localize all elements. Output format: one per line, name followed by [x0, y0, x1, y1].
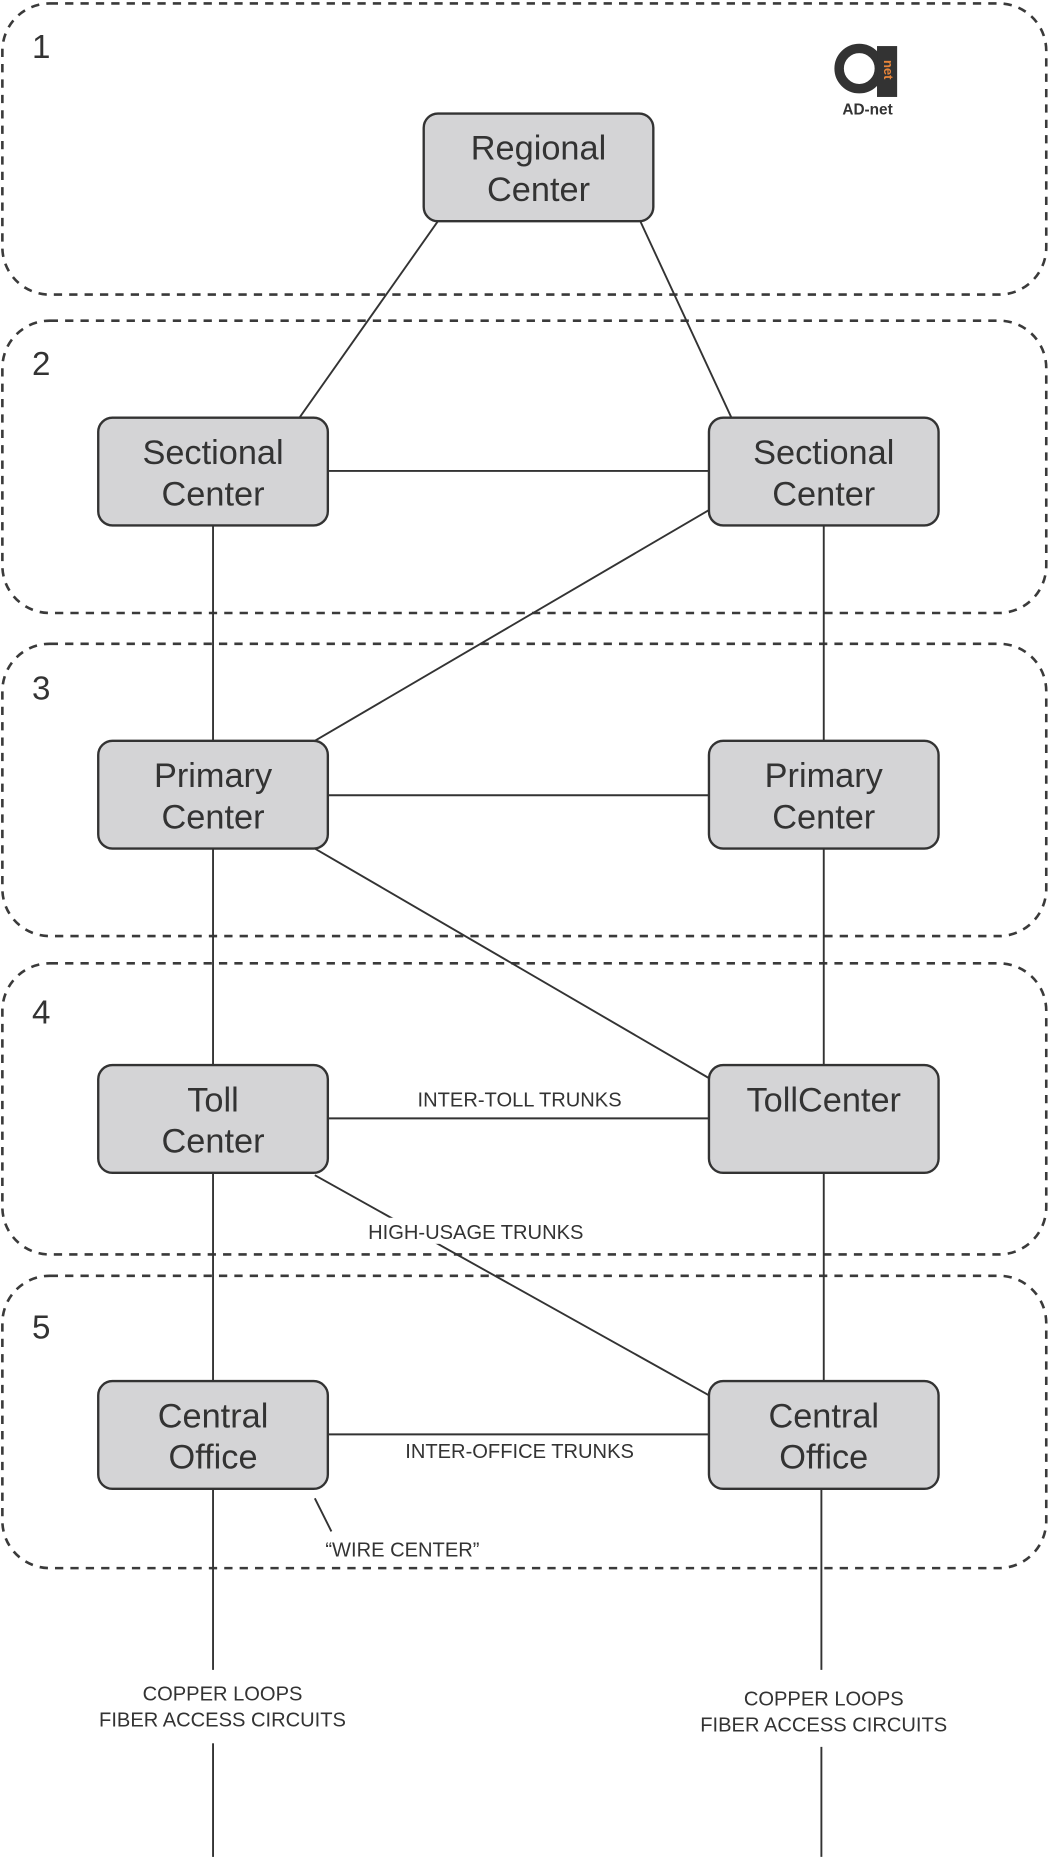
label-wire-center: “WIRE CENTER”	[325, 1539, 479, 1561]
svg-text:Office: Office	[779, 1439, 868, 1477]
svg-text:Sectional: Sectional	[753, 434, 894, 472]
node-sectional-center-right: SectionalCenter	[707, 416, 940, 527]
svg-text:Central: Central	[768, 1397, 879, 1435]
logo-text: AD-net	[842, 102, 892, 119]
svg-text:Center: Center	[487, 171, 590, 209]
svg-text:Regional: Regional	[471, 130, 606, 168]
svg-text:Toll: Toll	[187, 1081, 239, 1119]
node-toll-center-left: Toll Center	[97, 1063, 330, 1174]
svg-text:Center: Center	[772, 798, 875, 836]
node-primary-center-right: PrimaryCenter	[707, 739, 940, 850]
level-number: 3	[32, 670, 50, 707]
svg-text:Sectional: Sectional	[142, 434, 283, 472]
svg-text:TollCenter: TollCenter	[747, 1081, 901, 1119]
level-number: 1	[32, 29, 50, 66]
node-regional-center: RegionalCenter	[422, 112, 655, 223]
node-toll-center-right: TollCenter	[707, 1063, 940, 1174]
label-inter-toll-trunks: INTER-TOLL TRUNKS	[418, 1090, 622, 1112]
node-central-office-left: Central Office	[97, 1379, 330, 1491]
svg-text:Office: Office	[169, 1439, 258, 1477]
level-number: 5	[32, 1310, 50, 1347]
label-access-right: COPPER LOOPS	[744, 1688, 904, 1710]
label-access-left: COPPER LOOPS	[143, 1684, 303, 1706]
svg-text:Center: Center	[162, 475, 265, 513]
level-number: 2	[32, 346, 50, 383]
label-access-right: FIBER ACCESS CIRCUITS	[700, 1714, 947, 1736]
node-central-office-right: Central Office	[707, 1379, 940, 1491]
svg-text:Central: Central	[158, 1397, 269, 1435]
svg-text:Primary: Primary	[765, 757, 884, 795]
svg-text:net: net	[881, 60, 896, 80]
label-high-usage-trunks: HIGH-USAGE TRUNKS	[368, 1222, 583, 1244]
svg-text:Center: Center	[162, 798, 265, 836]
svg-text:Center: Center	[772, 475, 875, 513]
node-primary-center-left: PrimaryCenter	[97, 739, 330, 850]
svg-text:Primary: Primary	[154, 757, 273, 795]
ad-net-logo: net AD-net	[834, 43, 898, 119]
label-access-left: FIBER ACCESS CIRCUITS	[99, 1710, 346, 1732]
node-sectional-center-left: SectionalCenter	[97, 416, 330, 527]
label-inter-office-trunks: INTER-OFFICE TRUNKS	[405, 1441, 634, 1463]
telephone-hierarchy-diagram: 1 2 3 4 5 net AD-net RegionalCenter Sect…	[1, 2, 1048, 1857]
level-number: 4	[32, 995, 50, 1032]
svg-text:Center: Center	[162, 1123, 265, 1161]
